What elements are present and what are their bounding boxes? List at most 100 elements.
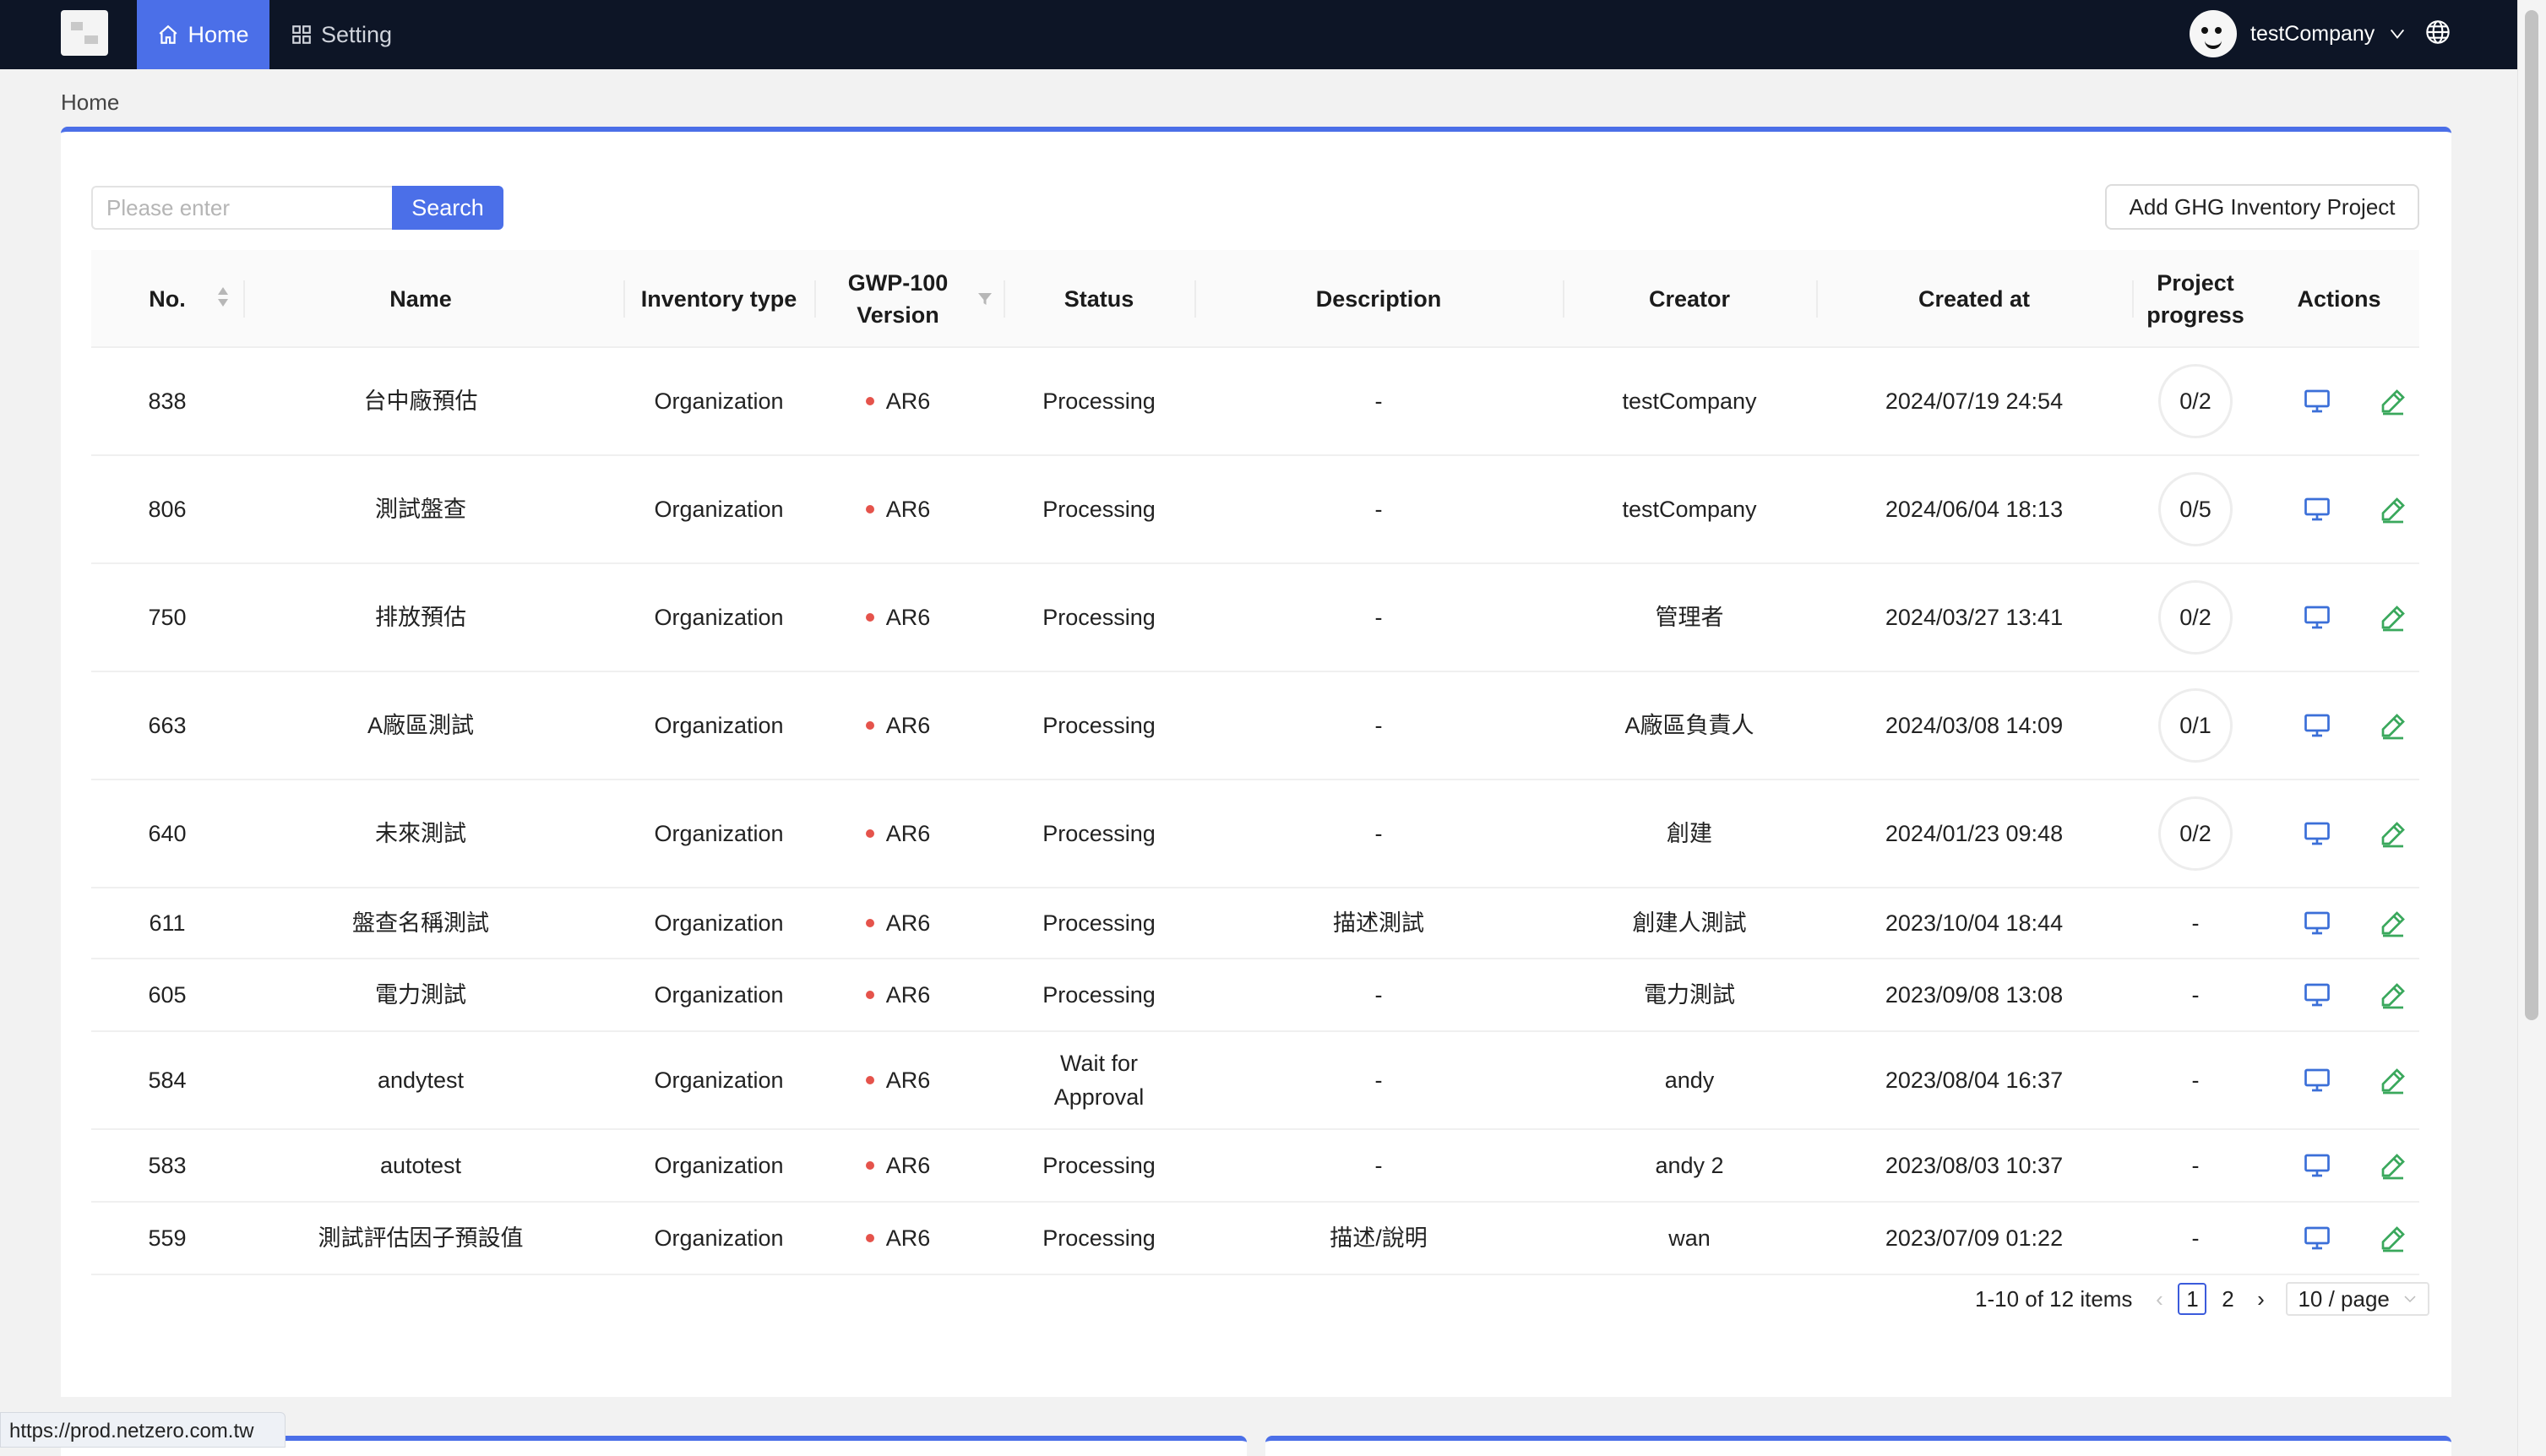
- view-button[interactable]: [2296, 456, 2338, 562]
- edit-button[interactable]: [2372, 348, 2414, 454]
- edit-action[interactable]: [2376, 906, 2410, 940]
- cell-no-text: 750: [148, 605, 187, 630]
- view-action[interactable]: [2300, 492, 2334, 526]
- edit-action[interactable]: [2376, 978, 2410, 1012]
- cell-inventory-type-text: Organization: [654, 982, 784, 1008]
- view-action[interactable]: [2300, 1149, 2334, 1182]
- edit-button[interactable]: [2372, 1203, 2414, 1274]
- cell-created-at: 2024/06/04 18:13: [1816, 456, 2132, 562]
- search-input[interactable]: [91, 186, 392, 230]
- cell-no-text: 806: [148, 497, 187, 522]
- status-text: Processing: [1042, 910, 1156, 936]
- cell-inventory-type: Organization: [623, 564, 814, 671]
- view-action[interactable]: [2300, 906, 2334, 940]
- cell-no-text: 640: [148, 821, 187, 846]
- pencil-icon: [2381, 497, 2405, 524]
- globe-icon[interactable]: [2424, 19, 2451, 46]
- view-action[interactable]: [2300, 600, 2334, 634]
- edit-button[interactable]: [2372, 1130, 2414, 1201]
- chevron-right-icon[interactable]: ›: [2245, 1282, 2276, 1316]
- gwp-value: AR6: [885, 1225, 931, 1251]
- pencil-icon: [2381, 911, 2405, 937]
- cell-status: Processing: [1004, 1130, 1194, 1201]
- col-inventory-type-label: Inventory type: [640, 286, 797, 312]
- edit-button[interactable]: [2372, 672, 2414, 779]
- nav-setting[interactable]: Setting: [291, 0, 392, 69]
- view-action[interactable]: [2300, 817, 2334, 850]
- cell-name-text: A廠區測試: [367, 713, 474, 738]
- edit-action[interactable]: [2376, 492, 2410, 526]
- cell-no: 750: [91, 564, 243, 671]
- cell-description-text: -: [1374, 713, 1383, 738]
- user-menu[interactable]: testCompany: [2190, 10, 2407, 57]
- col-no-label: No.: [149, 286, 186, 312]
- col-inventory-type: Inventory type: [623, 250, 814, 348]
- cell-description: -: [1194, 959, 1563, 1030]
- view-action[interactable]: [2300, 978, 2334, 1012]
- edit-button[interactable]: [2372, 1032, 2414, 1128]
- view-button[interactable]: [2296, 348, 2338, 454]
- page-2[interactable]: 2: [2213, 1283, 2242, 1315]
- page-scrollbar[interactable]: [2517, 0, 2546, 1456]
- scrollbar-thumb[interactable]: [2525, 10, 2538, 1020]
- edit-action[interactable]: [2376, 384, 2410, 418]
- view-action[interactable]: [2300, 1221, 2334, 1255]
- cell-gwp-version: AR6: [835, 456, 961, 562]
- view-action[interactable]: [2300, 1063, 2334, 1097]
- view-button[interactable]: [2296, 564, 2338, 671]
- edit-button[interactable]: [2372, 564, 2414, 671]
- view-button[interactable]: [2296, 672, 2338, 779]
- cell-no-text: 611: [149, 910, 186, 936]
- page-size-select[interactable]: 10 / page: [2286, 1282, 2430, 1316]
- view-button[interactable]: [2296, 1130, 2338, 1201]
- cell-gwp-version: AR6: [835, 348, 961, 454]
- nav-home[interactable]: Home: [137, 0, 269, 69]
- edit-button[interactable]: [2372, 780, 2414, 887]
- bottom-card-right: [1265, 1436, 2451, 1456]
- sort-icon[interactable]: [216, 287, 230, 312]
- view-button[interactable]: [2296, 1203, 2338, 1274]
- cell-inventory-type-text: Organization: [654, 388, 784, 414]
- app-logo[interactable]: [61, 10, 108, 56]
- view-button[interactable]: [2296, 888, 2338, 958]
- col-creator-label: Creator: [1648, 286, 1731, 312]
- col-created-at: Created at: [1816, 250, 2132, 348]
- cell-inventory-type: Organization: [623, 959, 814, 1030]
- progress-ring: 0/1: [2158, 688, 2233, 763]
- edit-action[interactable]: [2376, 1063, 2410, 1097]
- edit-button[interactable]: [2372, 888, 2414, 958]
- status-text: Wait for Approval: [1053, 1051, 1145, 1110]
- edit-action[interactable]: [2376, 817, 2410, 850]
- view-button[interactable]: [2296, 780, 2338, 887]
- view-button[interactable]: [2296, 959, 2338, 1030]
- view-button[interactable]: [2296, 1032, 2338, 1128]
- pagination: 1-10 of 12 items ‹ 1 2 › 10 / page: [1975, 1282, 2430, 1316]
- edit-action[interactable]: [2376, 709, 2410, 742]
- search-button[interactable]: Search: [392, 186, 503, 230]
- gwp-value: AR6: [885, 910, 931, 936]
- gwp-value: AR6: [885, 821, 931, 846]
- gwp-value: AR6: [885, 497, 931, 522]
- filter-icon[interactable]: [977, 291, 993, 307]
- view-action[interactable]: [2300, 384, 2334, 418]
- chevron-left-icon[interactable]: ‹: [2144, 1282, 2174, 1316]
- monitor-icon: [2304, 983, 2330, 1007]
- edit-button[interactable]: [2372, 959, 2414, 1030]
- edit-action[interactable]: [2376, 600, 2410, 634]
- cell-no-text: 559: [148, 1225, 187, 1251]
- monitor-icon: [2304, 1226, 2330, 1250]
- col-actions-label: Actions: [2297, 286, 2381, 312]
- cell-no: 605: [91, 959, 243, 1030]
- edit-action[interactable]: [2376, 1221, 2410, 1255]
- add-ghg-project-button[interactable]: Add GHG Inventory Project: [2105, 184, 2419, 230]
- page-1[interactable]: 1: [2178, 1283, 2207, 1315]
- pencil-icon: [2381, 1068, 2405, 1095]
- edit-action[interactable]: [2376, 1149, 2410, 1182]
- view-action[interactable]: [2300, 709, 2334, 742]
- cell-creator-text: 管理者: [1655, 605, 1724, 630]
- edit-button[interactable]: [2372, 456, 2414, 562]
- breadcrumb[interactable]: Home: [61, 90, 119, 116]
- pagination-total: 1-10 of 12 items: [1975, 1285, 2133, 1312]
- col-name-label: Name: [389, 286, 452, 312]
- cell-creator: 管理者: [1563, 564, 1816, 671]
